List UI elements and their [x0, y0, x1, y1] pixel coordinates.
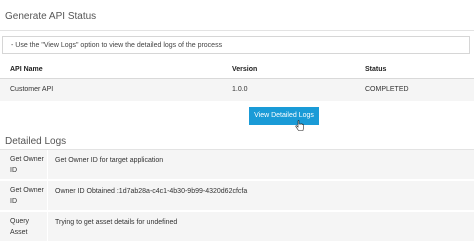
- cell-api-name: Customer API: [10, 86, 54, 93]
- detailed-logs-list: Get Owner ID Get Owner ID for target app…: [0, 150, 474, 243]
- page-title: Generate API Status: [5, 11, 97, 22]
- table-row: Customer API 1.0.0 COMPLETED: [0, 79, 474, 101]
- log-message: Owner ID Obtained :1d7ab28a-c4c1-4b30-9b…: [55, 188, 248, 195]
- log-message: Trying to get asset details for undefine…: [55, 219, 178, 226]
- log-column-divider: [47, 181, 48, 210]
- log-message: Get Owner ID for target application: [55, 157, 164, 164]
- log-step: Query Asset: [10, 218, 30, 236]
- detailed-logs-title: Detailed Logs: [5, 136, 67, 147]
- column-header-api-name: API Name: [10, 66, 43, 73]
- log-entry: Get Owner ID Get Owner ID for target app…: [0, 150, 474, 180]
- log-column-divider: [47, 150, 48, 179]
- api-status-table: API Name Version Status Customer API 1.0…: [0, 60, 474, 101]
- log-entry: Query Asset Trying to get asset details …: [0, 212, 474, 242]
- column-header-version: Version: [232, 66, 258, 73]
- log-entry: Get Owner ID Owner ID Obtained :1d7ab28a…: [0, 181, 474, 211]
- hand-pointer-icon: [295, 120, 304, 131]
- log-column-divider: [47, 212, 48, 241]
- log-step: Get Owner ID: [10, 187, 44, 205]
- column-header-status: Status: [365, 66, 387, 73]
- cell-status: COMPLETED: [365, 86, 409, 93]
- view-detailed-logs-button[interactable]: View Detailed Logs: [249, 107, 319, 125]
- info-message-text: - Use the "View Logs" option to view the…: [11, 42, 223, 49]
- title-divider: [0, 30, 474, 31]
- api-status-page: Generate API Status - Use the "View Logs…: [0, 0, 474, 248]
- log-step: Get Owner ID: [10, 156, 44, 174]
- table-header-row: API Name Version Status: [0, 60, 474, 79]
- info-message-box: - Use the "View Logs" option to view the…: [2, 36, 470, 54]
- cell-version: 1.0.0: [232, 86, 248, 93]
